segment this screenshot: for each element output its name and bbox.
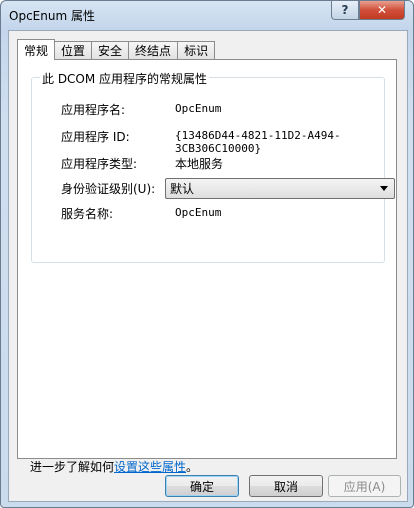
application-name-label: 应用程序名: [61,103,126,117]
learn-more-link[interactable]: 设置这些属性 [114,460,186,474]
learn-more-prefix: 进一步了解如何 [30,460,115,474]
cancel-button[interactable]: 取消 [249,475,323,497]
auth-level-label: 身份验证级别(U): [61,182,156,196]
learn-more-suffix: 。 [186,460,199,474]
help-button[interactable]: ? [331,1,359,20]
tab-security[interactable]: 安全 [92,41,130,59]
application-name-value: OpcEnum [175,102,222,115]
chevron-down-icon [380,186,388,191]
dialog-client-area: 常规 位置 安全 终结点 标识 此 DCOM 应用程序的常规属性 应用程序名: … [8,30,408,502]
service-name-label: 服务名称: [61,207,114,221]
group-title: 此 DCOM 应用程序的常规属性 [40,70,210,87]
tab-identity[interactable]: 标识 [178,41,216,59]
general-properties-group: 此 DCOM 应用程序的常规属性 应用程序名: OpcEnum 应用程序 ID:… [31,70,395,263]
tab-location[interactable]: 位置 [55,41,93,59]
ok-button[interactable]: 确定 [165,475,239,497]
window-title: OpcEnum 属性 [9,9,95,23]
help-icon: ? [341,3,349,17]
close-button[interactable]: ✕ [359,1,405,20]
title-bar[interactable]: OpcEnum 属性 ? ✕ [1,1,413,27]
service-name-value: OpcEnum [175,206,222,219]
application-id-value: {13486D44-4821-11D2-A494-3CB306C10000} [175,129,341,155]
tab-general[interactable]: 常规 [17,39,56,60]
tab-endpoints[interactable]: 终结点 [129,41,179,59]
application-type-value: 本地服务 [175,157,224,171]
tab-panel-general: 此 DCOM 应用程序的常规属性 应用程序名: OpcEnum 应用程序 ID:… [17,59,397,474]
apply-button[interactable]: 应用(A) [328,475,401,497]
application-id-label: 应用程序 ID: [61,130,130,144]
properties-dialog: OpcEnum 属性 ? ✕ 常规 位置 安全 终结点 标识 此 DCOM 应用… [0,0,414,508]
tab-strip: 常规 位置 安全 终结点 标识 [17,39,216,60]
learn-more-text: 进一步了解如何设置这些属性。 [30,458,198,475]
application-type-label: 应用程序类型: [61,157,138,171]
auth-level-dropdown[interactable]: 默认 [165,178,395,199]
close-icon: ✕ [376,3,388,17]
auth-level-selected: 默认 [170,182,195,196]
